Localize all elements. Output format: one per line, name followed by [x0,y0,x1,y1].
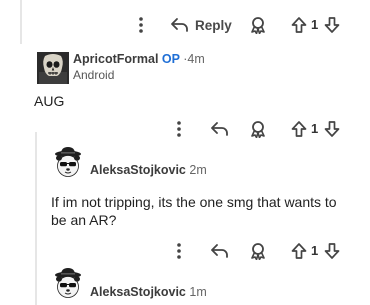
reply-arrow-icon [211,122,228,136]
op-badge: OP [161,52,180,66]
upvote-button[interactable] [289,118,309,140]
thread-line-op [35,132,37,305]
downvote-arrow-icon [324,121,340,137]
downvote-button[interactable] [322,14,342,36]
avatar[interactable] [51,146,85,180]
comment-age: 2m [189,163,207,177]
downvote-button[interactable] [322,118,342,140]
reply-arrow-icon [211,244,228,258]
comment-body: AUG [34,93,65,109]
more-vertical-icon [177,121,181,137]
vote-count: 1 [311,17,319,32]
downvote-arrow-icon [324,243,340,259]
avatar-panda-icon [55,268,81,298]
avatar[interactable] [51,267,85,301]
vote-count: 1 [311,121,319,136]
more-options-button[interactable] [172,118,186,140]
award-button[interactable] [247,240,269,262]
award-button[interactable] [247,118,269,140]
comment-body: If im not tripping, its the one smg that… [51,194,337,228]
username[interactable]: AleksaStojkovic [90,285,186,299]
award-button[interactable] [247,14,269,36]
upvote-button[interactable] [289,240,309,262]
more-vertical-icon [139,17,143,33]
username[interactable]: ApricotFormal [73,52,158,66]
reply-arrow-icon [171,18,188,32]
reply-label: Reply [195,17,232,33]
award-icon [251,243,265,260]
comment-author[interactable]: ApricotFormal OP ·4m [73,52,205,66]
more-options-button[interactable] [134,14,148,36]
award-icon [251,121,265,138]
more-options-button[interactable] [172,240,186,262]
reply-button[interactable] [209,240,231,262]
upvote-arrow-icon [291,17,307,33]
comment-author[interactable]: AleksaStojkovic 1m [90,285,207,299]
downvote-button[interactable] [322,240,342,262]
reply-button[interactable] [209,118,231,140]
downvote-arrow-icon [324,17,340,33]
more-vertical-icon [177,243,181,259]
reply-button[interactable]: Reply [170,14,232,36]
upvote-button[interactable] [289,14,309,36]
vote-count: 1 [311,243,319,258]
comment-platform: Android [73,68,115,82]
comment-age: 4m [187,52,205,66]
avatar[interactable] [37,52,69,84]
award-icon [251,17,265,34]
upvote-arrow-icon [291,121,307,137]
username[interactable]: AleksaStojkovic [90,163,186,177]
avatar-panda-icon [55,147,81,177]
thread-line-root [20,0,22,44]
upvote-arrow-icon [291,243,307,259]
avatar-skull-icon [37,52,69,84]
comment-age: 1m [189,285,207,299]
comment-author[interactable]: AleksaStojkovic 2m [90,163,207,177]
